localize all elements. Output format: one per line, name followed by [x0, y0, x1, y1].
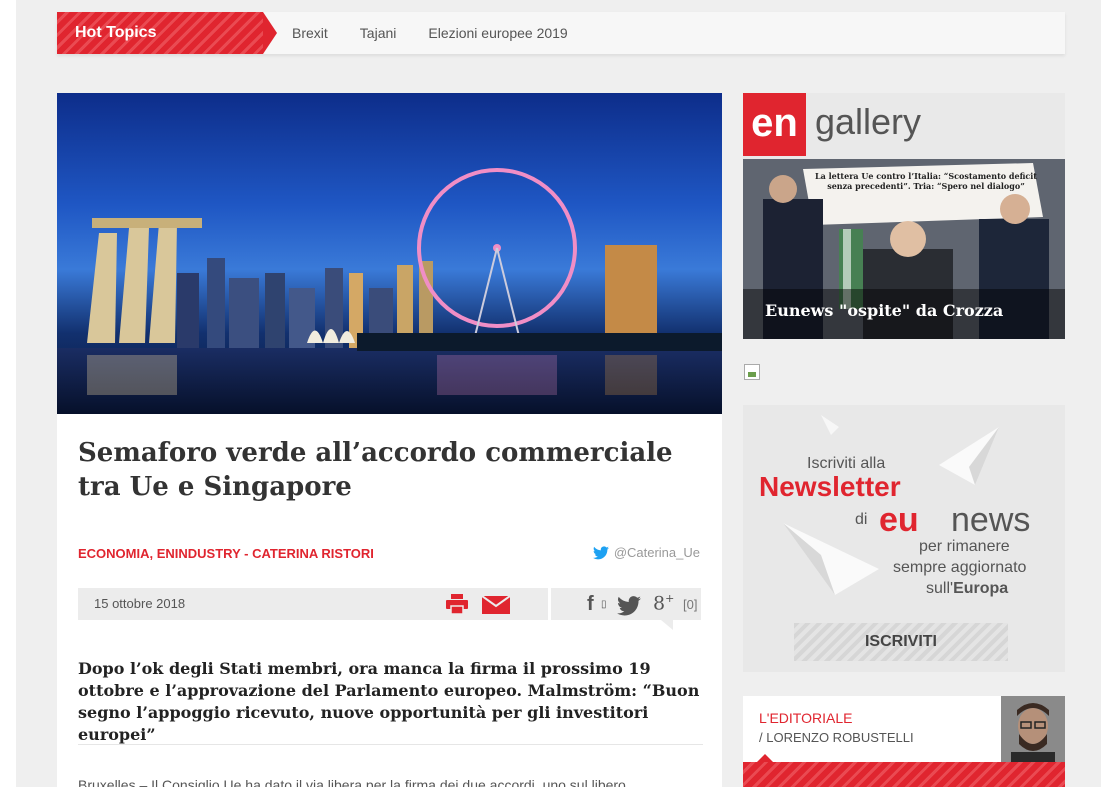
hot-topics-bar: Hot Topics Brexit Tajani Elezioni europe…: [57, 12, 1065, 54]
article-card: Semaforo verde all’accordo commerciale t…: [57, 414, 722, 787]
article-meta-bar: 15 ottobre 2018: [78, 588, 548, 620]
newsletter-line4-bold: Europa: [953, 580, 1009, 597]
gallery-header: en gallery: [743, 93, 1065, 159]
newsletter-line4: sull'Europa: [926, 580, 1008, 598]
newsletter-line3: sempre aggiornato: [893, 559, 1027, 576]
topic-link-elezioni[interactable]: Elezioni europee 2019: [428, 12, 567, 54]
en-logo: en: [743, 93, 806, 156]
twitter-share-icon[interactable]: [617, 596, 641, 616]
broken-image-icon: [744, 364, 760, 380]
subscribe-button[interactable]: ISCRIVITI: [794, 623, 1008, 661]
facebook-count-icon: ▯: [601, 599, 607, 610]
hot-topics-label: Hot Topics: [57, 12, 277, 54]
facebook-icon[interactable]: f: [587, 593, 594, 616]
author-twitter-link[interactable]: @Caterina_Ue: [592, 545, 700, 560]
article-hero-image: [57, 93, 722, 414]
topic-link-tajani[interactable]: Tajani: [360, 12, 397, 54]
gallery-image[interactable]: La lettera Ue contro l’Italia: “Scostame…: [743, 159, 1065, 339]
gallery-caption[interactable]: Eunews "ospite" da Crozza: [743, 289, 1065, 339]
author-portrait-illustration: [1001, 696, 1065, 762]
article-date: 15 ottobre 2018: [94, 596, 186, 611]
comment-count[interactable]: [0]: [683, 597, 697, 612]
newsletter-brand-news: news: [951, 501, 1031, 539]
gallery-widget[interactable]: en gallery La lettera Ue contro l’Italia…: [743, 93, 1065, 339]
topic-link-brexit[interactable]: Brexit: [292, 12, 328, 54]
print-icon[interactable]: [446, 594, 468, 614]
article-body: Bruxelles – Il Consiglio Ue ha dato il v…: [78, 777, 626, 787]
article-lead: Dopo l’ok degli Stati membri, ora manca …: [78, 659, 700, 744]
article-title[interactable]: Semaforo verde all’accordo commerciale t…: [78, 436, 708, 504]
email-icon[interactable]: [482, 596, 510, 614]
gallery-heading: gallery: [815, 101, 922, 142]
newsletter-brand-eu: eu: [879, 501, 919, 539]
newsletter-line2: per rimanere: [919, 538, 1010, 555]
editorial-widget[interactable]: L'EDITORIALE / LORENZO ROBUSTELLI: [743, 696, 1065, 787]
singapore-skyline-illustration: [57, 168, 722, 414]
newsletter-line4-pre: sull': [926, 580, 954, 597]
gallery-image-headline: La lettera Ue contro l’Italia: “Scostame…: [815, 171, 1037, 191]
twitter-bird-icon: [592, 545, 609, 559]
google-plus-icon[interactable]: 8+: [653, 592, 674, 614]
lead-divider: [78, 744, 703, 745]
newsletter-di: di: [855, 511, 868, 528]
newsletter-title: Newsletter: [759, 471, 901, 502]
editorial-author[interactable]: / LORENZO ROBUSTELLI: [759, 730, 914, 745]
social-share-bar: f ▯ 8+ [0]: [551, 588, 701, 630]
editorial-author-photo: [1001, 696, 1065, 762]
newsletter-widget: Iscriviti alla Newsletter di eu news per…: [743, 405, 1065, 672]
twitter-handle-text: @Caterina_Ue: [613, 545, 700, 560]
editorial-stripe: [743, 754, 1065, 787]
hot-topics-links: Brexit Tajani Elezioni europee 2019: [292, 12, 568, 54]
article-categories[interactable]: ECONOMIA, ENINDUSTRY - CATERINA RISTORI: [78, 546, 374, 561]
editorial-label[interactable]: L'EDITORIALE: [759, 710, 852, 726]
